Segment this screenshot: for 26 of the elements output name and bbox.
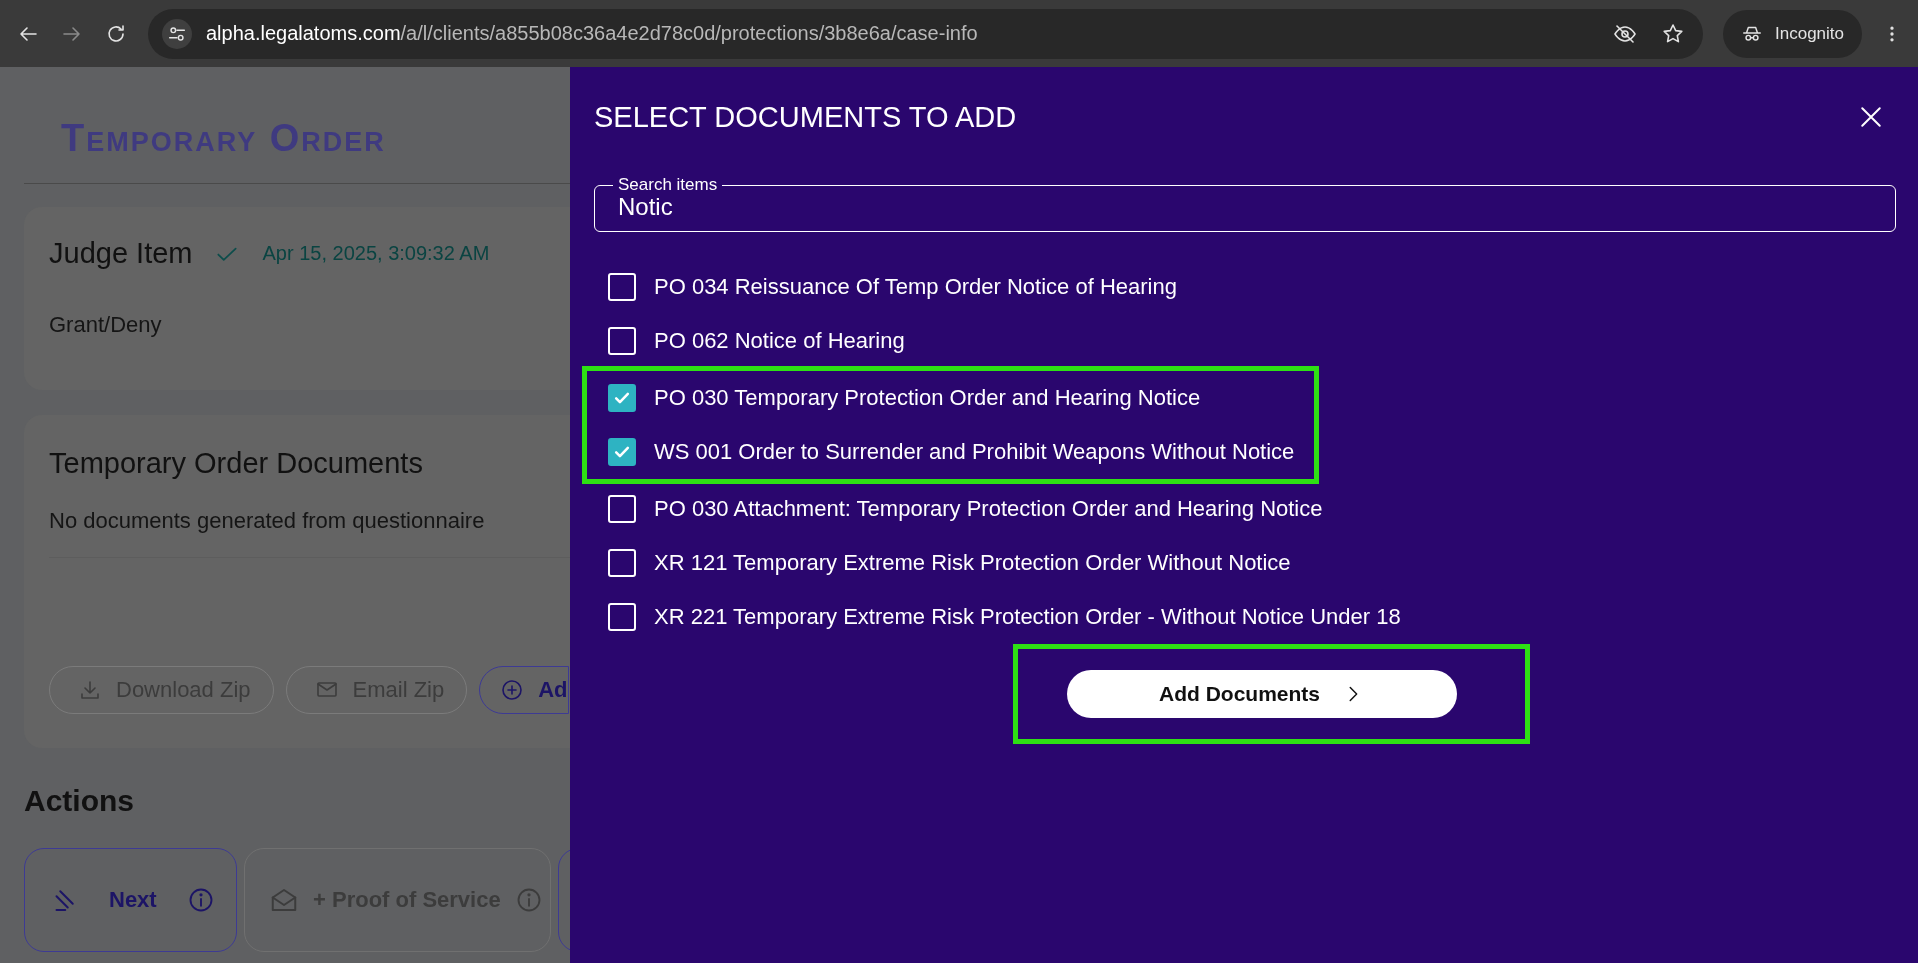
card-title: Temporary Order Documents <box>49 447 424 480</box>
card-title: Judge Item <box>49 237 193 270</box>
checkbox-item[interactable]: PO 030 Attachment: Temporary Protection Order and Hearing Notice <box>582 482 1896 536</box>
checkbox-item[interactable]: XR 221 Temporary Extreme Risk Protection Order - Without Notice Under 18 <box>582 590 1896 644</box>
section-title: Actions <box>24 784 135 818</box>
search-field[interactable]: Search items Notic <box>594 175 1896 232</box>
checkbox[interactable] <box>608 438 636 466</box>
field-label: Search items <box>617 175 719 195</box>
plus-circle-icon <box>500 678 525 702</box>
checkbox-item[interactable]: PO 030 Temporary Protection Order and Hearing Notice <box>587 371 1295 425</box>
site-settings-icon[interactable] <box>162 18 192 49</box>
add-documents-button[interactable]: Add Documents <box>1066 670 1457 718</box>
address-bar[interactable]: alpha.legalatoms.com/a/l/clients/a855b08c36a4e2d78c0d/protections/3b8e6a/case-info <box>148 8 1703 59</box>
checkbox[interactable] <box>608 384 636 412</box>
url-text[interactable]: alpha.legalatoms.com/a/l/clients/a855b08c36a4e2d78c0d/protections/3b8e6a/case-info <box>206 22 1589 45</box>
checkbox-item[interactable]: WS 001 Order to Surrender and Prohibit Weapons Without Notice <box>587 425 1295 479</box>
text-input[interactable]: Notic <box>618 193 1877 221</box>
timestamp: Apr 15, 2025, 3:09:32 AM <box>262 242 490 265</box>
checkbox-item[interactable]: XR 121 Temporary Extreme Risk Protection Order Without Notice <box>582 536 1896 590</box>
download-icon <box>78 678 102 702</box>
card-text: Grant/Deny <box>49 312 163 339</box>
empty-message: No documents generated from questionnaire <box>49 508 486 535</box>
checkbox-item[interactable]: PO 062 Notice of Hearing <box>582 314 1896 368</box>
incognito-button[interactable]: Incognito <box>1723 9 1862 58</box>
checkbox-item[interactable]: PO 034 Reissuance Of Temp Order Notice of Hearing <box>582 260 1896 314</box>
dialog-title: SELECT DOCUMENTS TO ADD <box>594 100 1017 134</box>
